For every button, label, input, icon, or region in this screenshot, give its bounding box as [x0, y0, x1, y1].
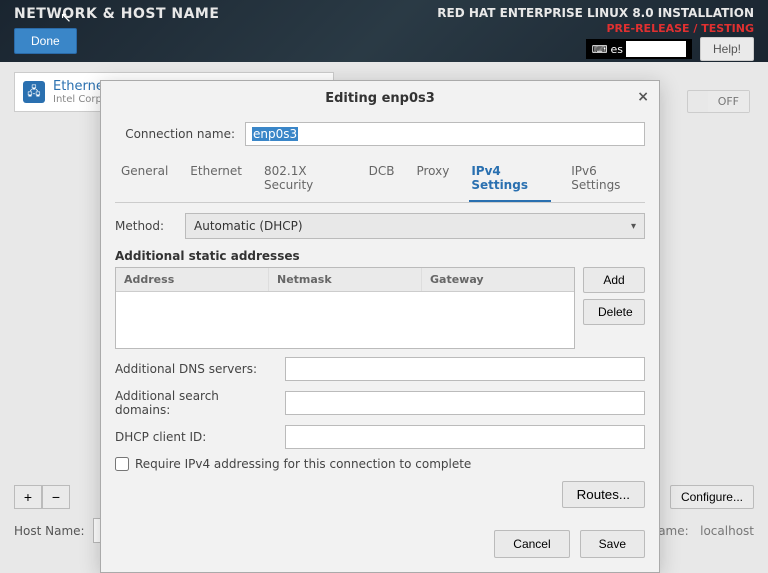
save-button[interactable]: Save — [580, 530, 645, 558]
search-domains-row: Additional search domains: — [115, 389, 645, 417]
dns-row: Additional DNS servers: — [115, 357, 645, 381]
edit-connection-dialog: Editing enp0s3 × Connection name: enp0s3… — [100, 80, 660, 573]
prerelease-warning: PRE-RELEASE / TESTING — [606, 22, 754, 35]
add-remove-buttons: + − — [14, 485, 70, 509]
address-buttons: Add Delete — [583, 267, 645, 349]
page-title: NETWORK & HOST NAME — [14, 6, 219, 22]
dhcp-id-row: DHCP client ID: — [115, 425, 645, 449]
toggle-off: OFF — [708, 91, 749, 112]
dialog-footer: Cancel Save — [101, 520, 659, 572]
require-ipv4-checkbox[interactable] — [115, 457, 129, 471]
connection-name-row: Connection name: enp0s3 — [115, 122, 645, 146]
search-domains-input[interactable] — [285, 391, 645, 415]
col-header-address: Address — [116, 268, 269, 291]
addresses-table-header: AddressNetmaskGateway — [116, 268, 574, 292]
static-addresses-title: Additional static addresses — [115, 249, 645, 263]
dialog-body: Connection name: enp0s3 General Ethernet 8… — [101, 116, 659, 520]
dhcp-id-label: DHCP client ID: — [115, 430, 275, 444]
tab-ipv4-settings[interactable]: IPv4 Settings — [469, 156, 551, 202]
interface-toggle[interactable]: OFF — [687, 90, 750, 113]
hostname-label: Host Name: — [14, 524, 85, 538]
cursor-icon: ↖ — [60, 10, 72, 26]
tab-general[interactable]: General — [119, 156, 170, 202]
tabs: General Ethernet 802.1X Security DCB Proxy IP… — [115, 156, 645, 203]
tab-proxy[interactable]: Proxy — [414, 156, 451, 202]
keyboard-layout-indicator[interactable]: ⌨ es — [586, 39, 692, 59]
add-interface-button[interactable]: + — [14, 485, 42, 509]
dns-input[interactable] — [285, 357, 645, 381]
current-hostname-value: localhost — [700, 524, 754, 538]
routes-button[interactable]: Routes... — [562, 481, 645, 508]
cancel-button[interactable]: Cancel — [494, 530, 569, 558]
remove-interface-button[interactable]: − — [42, 485, 70, 509]
dhcp-id-input[interactable] — [285, 425, 645, 449]
method-select[interactable]: Automatic (DHCP) ▾ — [185, 213, 645, 239]
method-value: Automatic (DHCP) — [194, 219, 303, 233]
tab-ipv6-settings[interactable]: IPv6 Settings — [569, 156, 641, 202]
addresses-table[interactable]: AddressNetmaskGateway — [115, 267, 575, 349]
toggle-on — [688, 91, 708, 112]
top-bar: NETWORK & HOST NAME Done ↖ RED HAT ENTER… — [0, 0, 768, 62]
add-address-button[interactable]: Add — [583, 267, 645, 293]
search-domains-label: Additional search domains: — [115, 389, 275, 417]
routes-row: Routes... — [115, 481, 645, 508]
top-bar-left: NETWORK & HOST NAME Done — [14, 6, 219, 56]
keyboard-blank — [626, 41, 686, 57]
col-header-gateway: Gateway — [422, 268, 574, 291]
keyboard-layout-text: es — [610, 43, 623, 56]
require-ipv4-label: Require IPv4 addressing for this connect… — [135, 457, 471, 471]
tab-dcb[interactable]: DCB — [367, 156, 397, 202]
configure-button[interactable]: Configure... — [670, 485, 754, 509]
col-header-netmask: Netmask — [269, 268, 422, 291]
connection-name-label: Connection name: — [115, 127, 235, 141]
method-label: Method: — [115, 219, 175, 233]
dialog-title: Editing enp0s3 — [325, 91, 435, 106]
done-button[interactable]: Done — [14, 28, 77, 54]
delete-address-button[interactable]: Delete — [583, 299, 645, 325]
tab-ethernet[interactable]: Ethernet — [188, 156, 244, 202]
keyboard-icon: ⌨ — [592, 43, 608, 56]
require-ipv4-row: Require IPv4 addressing for this connect… — [115, 457, 645, 471]
addresses-row: AddressNetmaskGateway Add Delete — [115, 267, 645, 349]
method-row: Method: Automatic (DHCP) ▾ — [115, 213, 645, 239]
tab-802-1x-security[interactable]: 802.1X Security — [262, 156, 349, 202]
chevron-down-icon: ▾ — [631, 221, 636, 232]
connection-name-input[interactable]: enp0s3 — [245, 122, 645, 146]
keyboard-help-row: ⌨ es Help! — [586, 37, 754, 61]
close-icon[interactable]: × — [637, 89, 649, 105]
dns-label: Additional DNS servers: — [115, 362, 275, 376]
installer-title: RED HAT ENTERPRISE LINUX 8.0 INSTALLATIO… — [437, 6, 754, 20]
ethernet-icon: 🖧 — [23, 81, 45, 103]
help-button[interactable]: Help! — [700, 37, 754, 61]
dialog-header: Editing enp0s3 × — [101, 81, 659, 116]
top-bar-right: RED HAT ENTERPRISE LINUX 8.0 INSTALLATIO… — [437, 6, 754, 56]
